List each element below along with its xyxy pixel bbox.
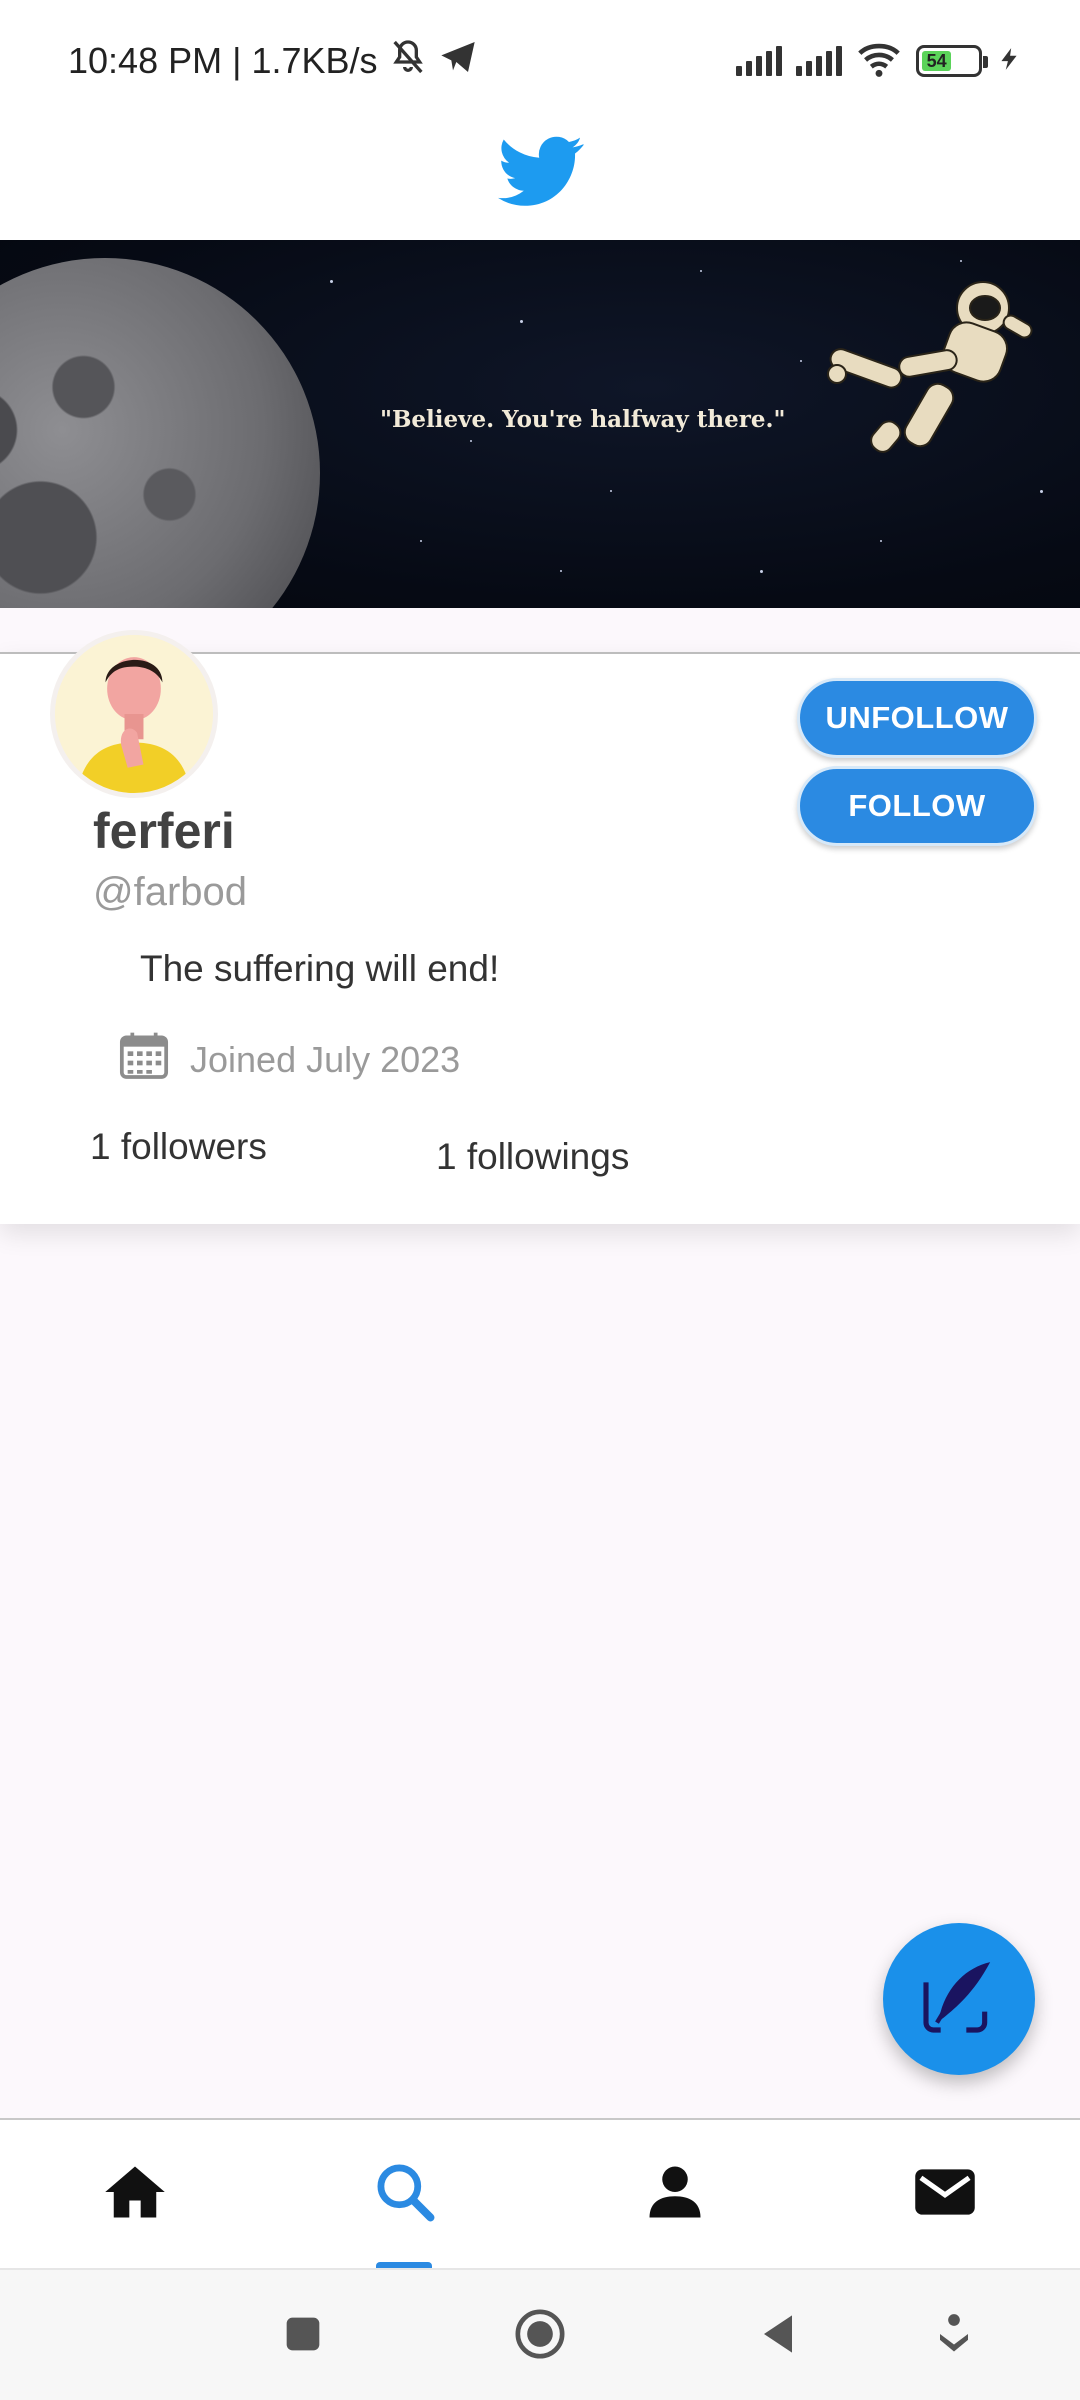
home-circle-icon — [512, 2306, 568, 2367]
telegram-icon — [438, 37, 478, 86]
assist-icon — [926, 2306, 982, 2367]
joined-date: Joined July 2023 — [116, 1032, 460, 1088]
system-home-button[interactable] — [512, 2308, 568, 2364]
app-bar — [0, 120, 1080, 240]
profile-bio: The suffering will end! — [140, 948, 500, 989]
assist-button[interactable] — [926, 2308, 982, 2364]
profile-icon — [641, 2158, 709, 2231]
status-time-speed: 10:48 PM | 1.7KB/s — [68, 40, 378, 81]
home-icon — [101, 2158, 169, 2231]
twitter-bird-icon — [498, 128, 584, 214]
followings-count[interactable]: 1 followings — [436, 1136, 629, 1178]
system-nav-bar — [0, 2268, 1080, 2400]
calendar-icon — [116, 1028, 172, 1093]
moon-image — [0, 258, 320, 608]
signal-icon — [736, 46, 782, 76]
joined-label: Joined July 2023 — [190, 1039, 461, 1080]
signal-icon — [796, 46, 842, 76]
follow-button[interactable]: FOLLOW — [797, 766, 1037, 846]
battery-level: 54 — [922, 51, 952, 71]
quill-compose-icon — [915, 1953, 1003, 2046]
search-icon — [371, 2158, 439, 2231]
astronaut-image — [815, 270, 1035, 460]
followers-count[interactable]: 1 followers — [90, 1126, 267, 1168]
battery-icon: 54 — [916, 45, 988, 77]
charging-icon — [996, 41, 1022, 82]
recents-button[interactable] — [275, 2308, 331, 2364]
user-handle: @farbod — [93, 870, 248, 914]
banner-quote: "Believe. You're halfway there." — [380, 406, 786, 433]
compose-tweet-button[interactable] — [883, 1923, 1035, 2075]
display-name: ferferi — [93, 803, 235, 859]
nav-home[interactable] — [0, 2120, 270, 2268]
mail-icon — [911, 2158, 979, 2231]
unfollow-button[interactable]: UNFOLLOW — [797, 678, 1037, 758]
recents-icon — [275, 2306, 331, 2367]
avatar[interactable] — [50, 630, 218, 798]
system-back-button[interactable] — [750, 2308, 806, 2364]
profile-card: UNFOLLOW FOLLOW ferferi @farbod The suff… — [0, 630, 1080, 1224]
nav-profile[interactable] — [540, 2120, 810, 2268]
bottom-nav — [0, 2118, 1080, 2270]
back-icon — [750, 2306, 806, 2367]
nav-search[interactable] — [270, 2120, 540, 2268]
status-right: 54 — [736, 36, 1022, 86]
bell-off-icon — [388, 37, 428, 86]
wifi-icon — [856, 36, 902, 87]
status-bar: 10:48 PM | 1.7KB/s 54 — [0, 0, 1080, 120]
profile-banner: "Believe. You're halfway there." — [0, 240, 1080, 608]
nav-messages[interactable] — [810, 2120, 1080, 2268]
status-left: 10:48 PM | 1.7KB/s — [68, 36, 478, 86]
